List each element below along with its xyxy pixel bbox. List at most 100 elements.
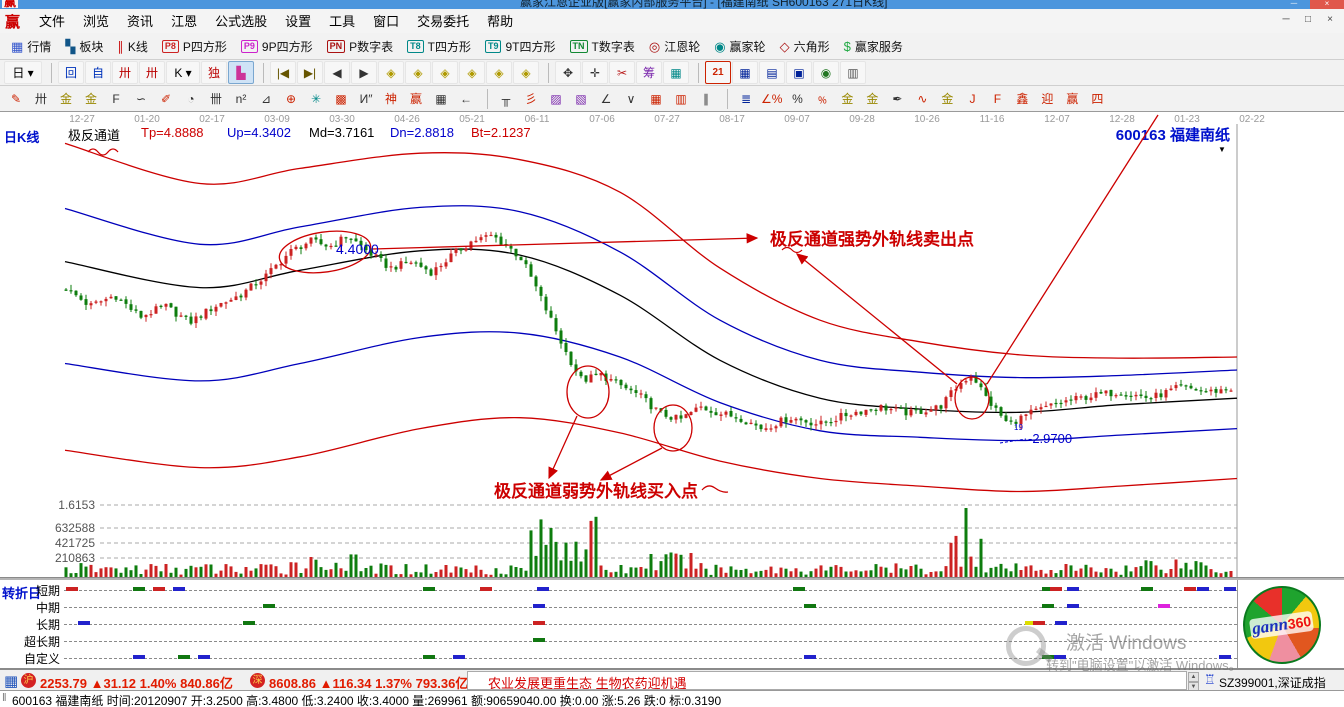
9t-square-button[interactable]: T99T四方形 [478, 35, 563, 58]
grid-123-icon[interactable]: ▦ [429, 87, 453, 110]
menu-item-江恩[interactable]: 江恩 [162, 14, 206, 29]
more-tools-icon[interactable]: ▥ [840, 61, 866, 84]
f-angle-icon[interactable]: F [985, 87, 1009, 110]
pan-hand-icon[interactable]: ✥ [555, 61, 581, 84]
winner-service-button[interactable]: $赢家服务 [837, 35, 910, 58]
compass-icon[interactable]: ⊕ [279, 87, 303, 110]
winner-wheel-button[interactable]: ◉赢家轮 [707, 35, 772, 58]
time-circle-icon[interactable]: ◔ [179, 87, 203, 110]
child-close-button[interactable]: × [1320, 12, 1340, 28]
diamond-nav-1-icon[interactable]: ◈ [378, 61, 404, 84]
gold-angle-icon[interactable]: 金 [935, 87, 959, 110]
f-ruler-icon[interactable]: F [104, 87, 128, 110]
t-square-icon[interactable]: ╥ [494, 87, 518, 110]
prev-bar-icon[interactable]: ◀ [324, 61, 350, 84]
percent-angle-icon[interactable]: ∠% [759, 87, 784, 110]
du-indicator-icon[interactable]: 独 [201, 61, 227, 84]
grid-table-icon[interactable]: ▦ [663, 61, 689, 84]
n-square-icon[interactable]: n² [229, 87, 253, 110]
menu-item-帮助[interactable]: 帮助 [478, 14, 522, 29]
diamond-nav-3-icon[interactable]: ◈ [432, 61, 458, 84]
gold-ruler-icon[interactable]: 金 [54, 87, 78, 110]
j-angle-icon[interactable]: J [960, 87, 984, 110]
first-bar-icon[interactable]: |◀ [270, 61, 296, 84]
grid-target-icon[interactable]: ▩ [329, 87, 353, 110]
save-icon[interactable]: ▣ [786, 61, 812, 84]
red-grid2-icon[interactable]: ▥ [669, 87, 693, 110]
t-table-button[interactable]: TNT数字表 [563, 35, 642, 58]
diamond-nav-4-icon[interactable]: ◈ [459, 61, 485, 84]
titlebar-minimize-button[interactable]: ─ [1280, 0, 1308, 9]
purple-grid-icon[interactable]: ▨ [544, 87, 568, 110]
quote-grid-icon[interactable]: ▦ [4, 672, 18, 690]
window-mode-icon[interactable]: 回 [58, 61, 84, 84]
last-bar-icon[interactable]: ▶| [297, 61, 323, 84]
marker-pen-icon[interactable]: ✐ [154, 87, 178, 110]
volume-profile-icon[interactable]: ▙ [228, 61, 254, 84]
gann-wheel-button[interactable]: ◎江恩轮 [642, 35, 707, 58]
bars-9-icon[interactable]: 卅 [139, 61, 165, 84]
menu-item-窗口[interactable]: 窗口 [364, 14, 408, 29]
calendar-icon[interactable]: 21 [705, 61, 731, 84]
menu-item-浏览[interactable]: 浏览 [74, 14, 118, 29]
pen-knife-icon[interactable]: ✎ [4, 87, 28, 110]
ying-box-icon[interactable]: 迎 [1035, 87, 1059, 110]
chart-area[interactable]: 12-2701-2002-1703-0903-3004-2605-2106-11… [0, 112, 1344, 580]
next-bar-icon[interactable]: ▶ [351, 61, 377, 84]
diamond-nav-2-icon[interactable]: ◈ [405, 61, 431, 84]
titlebar-close-button[interactable]: × [1310, 0, 1344, 9]
ying-ruler-icon[interactable]: 赢 [404, 87, 428, 110]
zigzag-icon[interactable]: ∨ [619, 87, 643, 110]
angle-line-icon[interactable]: ∠ [594, 87, 618, 110]
wave-icon[interactable]: ∿ [910, 87, 934, 110]
menu-item-交易委托[interactable]: 交易委托 [408, 14, 478, 29]
indicator-name[interactable]: 极反通道 [68, 125, 120, 144]
star-target-icon[interactable]: ✳ [304, 87, 328, 110]
scissors-icon[interactable]: ✂ [609, 61, 635, 84]
spiral-icon[interactable]: ∽ [129, 87, 153, 110]
child-restore-button[interactable]: □ [1298, 12, 1318, 28]
symbol-caret-icon[interactable]: ▼ [1218, 145, 1226, 154]
diamond-nav-6-icon[interactable]: ◈ [513, 61, 539, 84]
gold-circle-icon[interactable]: 金 [835, 87, 859, 110]
percent-icon[interactable]: % [785, 87, 809, 110]
notebook-icon[interactable]: ▤ [759, 61, 785, 84]
diamond-nav-5-icon[interactable]: ◈ [486, 61, 512, 84]
candle-style-selector[interactable]: K ▾ [166, 61, 200, 84]
p-table-button[interactable]: PNP数字表 [320, 35, 401, 58]
gann-fan-icon[interactable]: 彡 [519, 87, 543, 110]
triangle-icon[interactable]: ⊿ [254, 87, 278, 110]
percent-line-icon[interactable]: ﹪ [810, 87, 834, 110]
xin-angle-icon[interactable]: 鑫 [1010, 87, 1034, 110]
9p-square-button[interactable]: P99P四方形 [234, 35, 320, 58]
statusbar-index-name[interactable]: SZ399001,深证成指 [1219, 674, 1326, 691]
period-day-selector[interactable]: 日 ▾ [4, 61, 42, 84]
arrow-left-icon[interactable]: ← [454, 87, 478, 110]
menu-item-工具[interactable]: 工具 [320, 14, 364, 29]
kline-button[interactable]: ∥K线 [110, 35, 155, 58]
purple-grid2-icon[interactable]: ▧ [569, 87, 593, 110]
gold-ruler2-icon[interactable]: 金 [79, 87, 103, 110]
si-box-icon[interactable]: 四 [1085, 87, 1109, 110]
price-ruler-icon[interactable]: ≣ [734, 87, 758, 110]
p-square-button[interactable]: P8P四方形 [155, 35, 234, 58]
menu-item-文件[interactable]: 文件 [30, 14, 74, 29]
gold-bars-icon[interactable]: 金 [860, 87, 884, 110]
ruler-icon[interactable]: 卅 [29, 87, 53, 110]
sectors-button[interactable]: ▚板块 [58, 35, 110, 58]
chips-distribution-icon[interactable]: 筹 [636, 61, 662, 84]
parallel-lines-icon[interactable]: ∥ [694, 87, 718, 110]
custom-view-icon[interactable]: 自 [85, 61, 111, 84]
web-export-icon[interactable]: ◉ [813, 61, 839, 84]
t-square-button[interactable]: T8T四方形 [400, 35, 478, 58]
hexagon-button[interactable]: ◇六角形 [773, 35, 837, 58]
ruler2-icon[interactable]: 卌 [204, 87, 228, 110]
red-grid-icon[interactable]: ▦ [644, 87, 668, 110]
child-minimize-button[interactable]: ─ [1276, 12, 1296, 28]
crosshair-icon[interactable]: ✛ [582, 61, 608, 84]
calculator-icon[interactable]: ▦ [732, 61, 758, 84]
menu-item-公式选股[interactable]: 公式选股 [206, 14, 276, 29]
menu-item-设置[interactable]: 设置 [276, 14, 320, 29]
win-box-icon[interactable]: 赢 [1060, 87, 1084, 110]
wave-mark-icon[interactable]: И″ [354, 87, 378, 110]
